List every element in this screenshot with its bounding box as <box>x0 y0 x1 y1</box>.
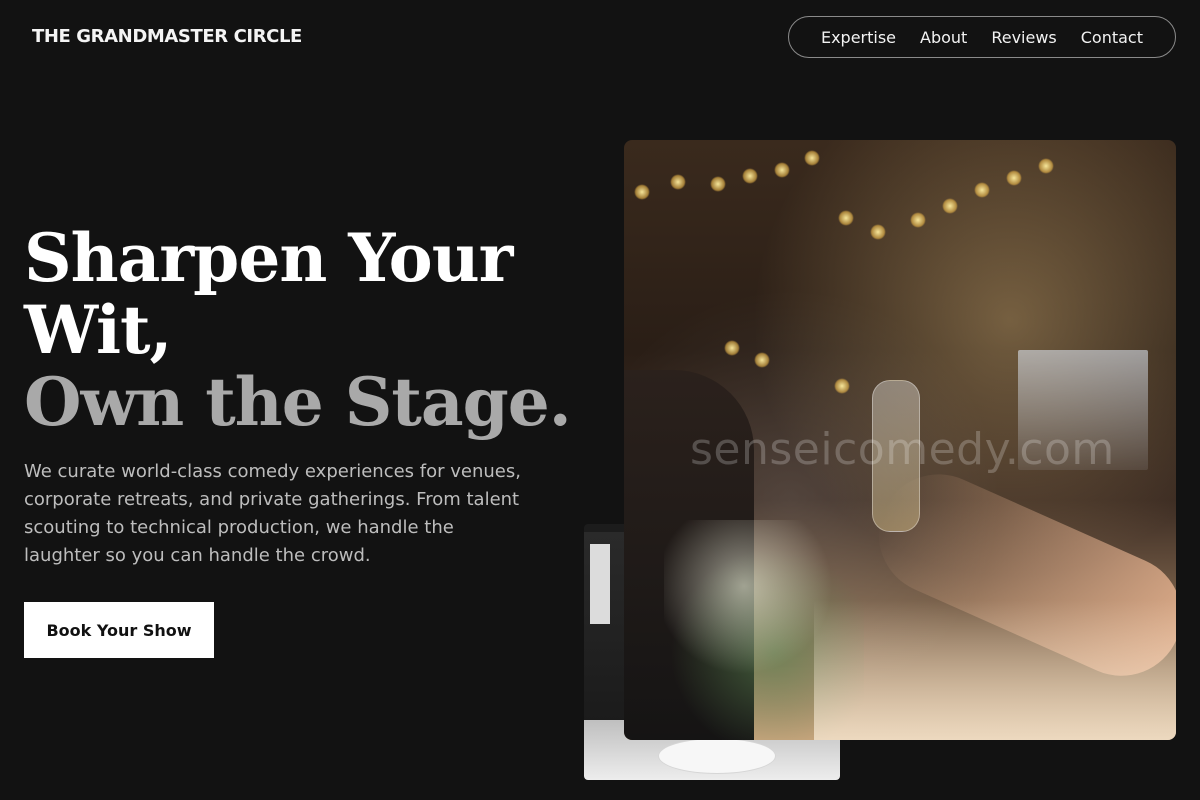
hero-headline-line1: Sharpen Your <box>24 219 513 297</box>
top-nav: Expertise About Reviews Contact <box>787 16 1176 58</box>
book-your-show-button[interactable]: Book Your Show <box>24 602 214 658</box>
bokeh-light <box>710 176 726 192</box>
hero-headline-line2: Wit, <box>24 291 173 369</box>
nav-item-contact[interactable]: Contact <box>1081 28 1143 47</box>
bokeh-light <box>724 340 740 356</box>
bokeh-light <box>834 378 850 394</box>
table-glow <box>814 600 1176 740</box>
nav-item-expertise[interactable]: Expertise <box>821 28 896 47</box>
bokeh-light <box>1038 158 1054 174</box>
venue-screen <box>590 544 610 624</box>
bokeh-light <box>974 182 990 198</box>
hero-headline: Sharpen Your Wit, Own the Stage. <box>24 222 584 438</box>
champagne-glass <box>872 380 920 532</box>
nav-item-about[interactable]: About <box>920 28 967 47</box>
venue-plate <box>658 738 776 774</box>
primary-event-image: senseicomedy.com <box>624 140 1176 740</box>
site-header: THE GRANDMASTER CIRCLE Expertise About R… <box>0 0 1200 76</box>
bokeh-light <box>670 174 686 190</box>
hero-headline-line3: Own the Stage. <box>24 363 572 441</box>
nav-item-reviews[interactable]: Reviews <box>991 28 1056 47</box>
bokeh-light <box>774 162 790 178</box>
bokeh-light <box>942 198 958 214</box>
brand-logo-text[interactable]: THE GRANDMASTER CIRCLE <box>32 26 302 47</box>
bokeh-light <box>910 212 926 228</box>
bokeh-light <box>754 352 770 368</box>
event-windows <box>1018 350 1148 470</box>
hero-text: Sharpen Your Wit, Own the Stage. We cura… <box>24 222 584 658</box>
bokeh-light <box>870 224 886 240</box>
bokeh-light <box>838 210 854 226</box>
bokeh-light <box>742 168 758 184</box>
hero-subtext: We curate world-class comedy experiences… <box>24 461 521 566</box>
bokeh-light <box>1006 170 1022 186</box>
bokeh-light <box>634 184 650 200</box>
bokeh-light <box>804 150 820 166</box>
